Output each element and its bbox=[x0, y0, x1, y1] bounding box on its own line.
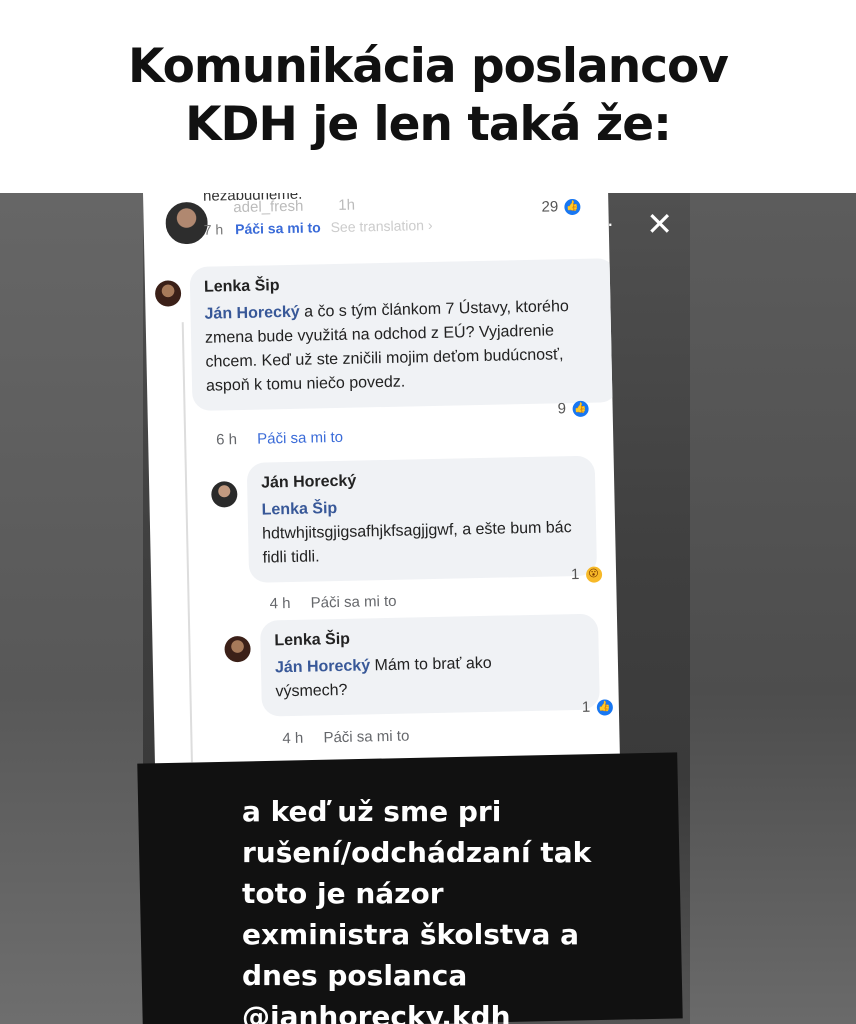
comment-reaction-count: 9 bbox=[557, 400, 567, 418]
comment-mention[interactable]: Ján Horecký bbox=[275, 657, 371, 676]
caption-line: exministra školstva a bbox=[242, 918, 580, 951]
comment-author[interactable]: Lenka Šip bbox=[274, 626, 584, 650]
see-translation-link[interactable]: See translation › bbox=[330, 217, 432, 235]
like-reaction-icon: 👍 bbox=[564, 198, 581, 216]
comment-text: Lenka Šip hdtwhjitsgjigsafhjkfsagjjgwf, a… bbox=[261, 492, 582, 571]
wow-reaction-icon: 😮 bbox=[585, 566, 602, 583]
caption-line: a keď už sme pri bbox=[242, 795, 502, 828]
top-reaction-count: 29 👍 bbox=[541, 198, 581, 216]
comment-reactions: 1 😮 bbox=[571, 565, 602, 583]
comment-meta: 6 h Páči sa mi to bbox=[216, 429, 343, 449]
avatar[interactable] bbox=[154, 280, 182, 307]
meme-header: Komunikácia poslancov KDH je len taká že… bbox=[0, 0, 856, 192]
close-icon[interactable]: ✕ bbox=[646, 205, 673, 243]
meme-title-line-1: Komunikácia poslancov bbox=[128, 39, 729, 94]
comment-reaction-count: 1 bbox=[581, 698, 591, 716]
more-dots-icon[interactable]: ··· bbox=[590, 211, 615, 237]
avatar[interactable] bbox=[224, 635, 251, 663]
mention-handle-link[interactable]: @janhorecky.kdh bbox=[242, 996, 642, 1024]
comment-text: Ján Horecký a čo s tým článkom 7 Ústavy,… bbox=[204, 294, 604, 398]
comment-author[interactable]: Lenka Šip bbox=[204, 270, 602, 296]
comment-meta: 4 h Páči sa mi to bbox=[269, 593, 396, 613]
avatar[interactable] bbox=[211, 481, 238, 508]
comment-reaction-count: 1 bbox=[570, 565, 580, 584]
comment-mention[interactable]: Lenka Šip bbox=[261, 492, 581, 523]
story-controls: ··· ✕ bbox=[590, 205, 673, 243]
comment-reactions: 9 👍 bbox=[557, 400, 589, 418]
comment-body: hdtwhjitsgjigsafhjkfsagjjgwf, a ešte bum… bbox=[261, 519, 572, 567]
instagram-story: nezabudneme. adel_fresh 1h 7 h Páči sa m… bbox=[0, 193, 856, 1024]
top-reaction-number: 29 bbox=[541, 198, 559, 216]
comment-meta: 4 h Páči sa mi to bbox=[282, 728, 409, 748]
comment-bubble: Ján Horecký Lenka Šip hdtwhjitsgjigsafhjk… bbox=[246, 455, 598, 583]
comment-mention[interactable]: Ján Horecký bbox=[204, 304, 300, 323]
comment-text: Ján Horecký Mám to brať ako výsmech? bbox=[275, 651, 516, 704]
top-comment-meta: 7 h Páči sa mi to See translation › bbox=[204, 217, 433, 238]
caption-line: dnes poslanca bbox=[242, 959, 468, 992]
like-reaction-icon: 👍 bbox=[596, 699, 613, 716]
comment-like-link[interactable]: Páči sa mi to bbox=[323, 728, 409, 747]
meme-title-line-2: KDH je len taká že: bbox=[185, 97, 672, 152]
story-caption: a keď už sme pri rušení/odchádzaní tak t… bbox=[242, 791, 642, 1024]
comment-like-link[interactable]: Páči sa mi to bbox=[310, 593, 396, 612]
comment-time: 4 h bbox=[269, 595, 291, 613]
like-reaction-icon: 👍 bbox=[571, 400, 589, 418]
comment-reactions: 1 👍 bbox=[582, 698, 613, 716]
comment-bubble: Lenka Šip Ján Horecký a čo s tým článkom… bbox=[189, 258, 619, 412]
comment-like-link[interactable]: Páči sa mi to bbox=[257, 429, 343, 448]
story-background-right bbox=[690, 193, 856, 1024]
comment-time: 6 h bbox=[216, 431, 238, 449]
comment-time: 4 h bbox=[282, 729, 304, 748]
ghost-time: 1h bbox=[338, 196, 356, 214]
caption-line: rušení/odchádzaní tak bbox=[242, 836, 592, 869]
story-background-left bbox=[0, 193, 143, 1024]
caption-line: toto je názor bbox=[242, 877, 444, 910]
top-like-link[interactable]: Páči sa mi to bbox=[235, 219, 321, 237]
comment-author[interactable]: Ján Horecký bbox=[261, 468, 581, 493]
top-comment-time: 7 h bbox=[203, 221, 224, 238]
facebook-comments-screenshot: nezabudneme. adel_fresh 1h 7 h Páči sa m… bbox=[143, 193, 621, 773]
comment-bubble: Lenka Šip Ján Horecký Mám to brať ako vý… bbox=[259, 613, 600, 717]
ghost-username: adel_fresh bbox=[233, 197, 304, 217]
